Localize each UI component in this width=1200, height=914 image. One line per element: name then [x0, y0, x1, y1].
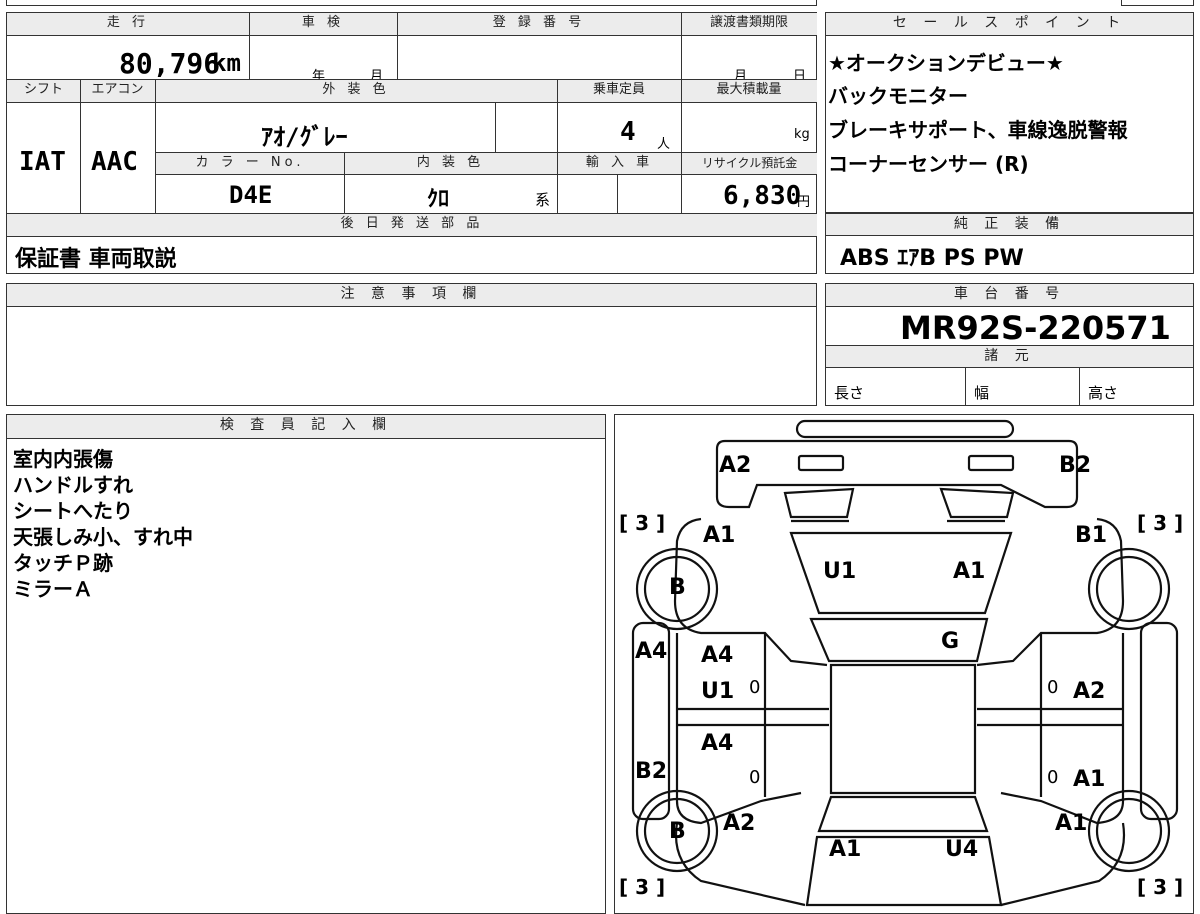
sales-points-label: セ ー ル ス ポ イ ン ト: [826, 13, 1193, 36]
color-no-label: カ ラ ー No.: [156, 153, 344, 174]
mark-quarter-rear-left: A2: [723, 811, 756, 836]
sales-point-line: ブレーキサポート、車線逸脱警報: [828, 118, 1128, 142]
mileage-label: 走 行: [7, 13, 249, 35]
inspector-label: 検 査 員 記 入 欄: [7, 415, 605, 439]
mark-door-rear-right: A1: [1073, 767, 1106, 792]
interior-color-value: ｸﾛ: [427, 187, 450, 212]
specs-label: 諸 元: [826, 346, 1193, 368]
aircon-label: エアコン: [80, 80, 155, 102]
inspector-line: シートへたり: [13, 499, 133, 523]
mark-door-rear-left: A4: [701, 731, 734, 756]
chassis-number: MR92S-220571: [900, 309, 1171, 347]
color-no-value: D4E: [229, 181, 273, 209]
import-label: 輸 入 車: [558, 153, 681, 174]
tire-tread-front-right: [ 3 ]: [1137, 511, 1184, 535]
inspector-line: 天張しみ小、すれ中: [13, 525, 193, 549]
factory-equipment-value: ABS ｴｱB PS PW: [840, 246, 1024, 271]
capacity-unit: 人: [657, 137, 671, 152]
interior-color-suffix: 系: [535, 191, 551, 209]
transfer-deadline-label: 譲渡書類期限: [681, 13, 817, 35]
tire-tread-front-left: [ 3 ]: [619, 511, 666, 535]
mark-windshield: G: [941, 629, 960, 654]
mark-quarter-rear-right: A1: [1055, 811, 1088, 836]
chassis-panel: 車 台 番 号 MR92S-220571 諸 元 長さ 幅 高さ: [825, 283, 1194, 406]
mark-trunk-left: A1: [829, 837, 862, 862]
max-load-unit: kg: [794, 127, 810, 142]
tire-tread-rear-left: [ 3 ]: [619, 875, 666, 899]
later-parts-label: 後 日 発 送 部 品: [7, 214, 817, 236]
inspector-line: 室内内張傷: [13, 447, 113, 471]
sales-point-line: コーナーセンサー (R): [828, 152, 1029, 176]
mark-door-front-left-b: U1: [701, 679, 735, 704]
mark-fender-front-left: A1: [703, 523, 736, 548]
later-parts-value: 保証書 車両取説: [15, 247, 177, 272]
recycle-value: 6,830: [723, 181, 802, 211]
shift-label: シフト: [7, 80, 80, 102]
height-label: 高さ: [1088, 384, 1119, 402]
max-load-label: 最大積載量: [681, 80, 817, 102]
mark-bonnet-left: U1: [823, 559, 857, 584]
capacity-value: 4: [620, 117, 636, 147]
recycle-label: リサイクル預託金: [682, 153, 817, 174]
vehicle-info-table: 走 行 車 検 登 録 番 号 譲渡書類期限 80,796 km 年 月 月 日…: [6, 12, 817, 274]
factory-equipment-label: 純 正 装 備: [826, 214, 1193, 236]
factory-equipment-panel: 純 正 装 備 ABS ｴｱB PS PW: [825, 213, 1194, 274]
exterior-color-label: 外 装 色: [155, 80, 557, 102]
registration-label: 登 録 番 号: [397, 13, 681, 35]
width-label: 幅: [974, 384, 990, 402]
mark-door-front-left-a: A4: [701, 643, 734, 668]
mark-wheel-rear-left: B: [669, 819, 686, 844]
mark-sill-left: B2: [635, 759, 668, 784]
notes-label: 注 意 事 項 欄: [7, 284, 816, 307]
mark-wheel-front-left: B: [669, 575, 686, 600]
mark-door-front-right-zero: 0: [1047, 677, 1059, 698]
top-strip: [6, 0, 817, 6]
capacity-label: 乗車定員: [557, 80, 681, 102]
shift-value: IAT: [19, 147, 66, 177]
length-label: 長さ: [834, 384, 865, 402]
mark-trunk-right: U4: [945, 837, 979, 862]
mark-front-bumper-right: B2: [1059, 453, 1092, 478]
sales-point-line: バックモニター: [828, 84, 968, 108]
mileage-unit: km: [212, 49, 241, 77]
aircon-value: AAC: [91, 147, 138, 177]
mark-door-rear-left-zero: 0: [749, 767, 761, 788]
inspection-label: 車 検: [249, 13, 397, 35]
top-strip-right: [1121, 0, 1194, 6]
tire-tread-rear-right: [ 3 ]: [1137, 875, 1184, 899]
mark-door-rear-right-zero: 0: [1047, 767, 1059, 788]
sales-points-panel: セ ー ル ス ポ イ ン ト ★オークションデビュー★ バックモニター ブレー…: [825, 12, 1194, 213]
inspector-line: ハンドルすれ: [13, 473, 133, 497]
mark-side-left-outer: A4: [635, 639, 668, 664]
mark-fender-front-right: B1: [1075, 523, 1108, 548]
sales-point-line: ★オークションデビュー★: [828, 51, 1064, 75]
mark-door-front-right: A2: [1073, 679, 1106, 704]
damage-map-panel: [ 3 ] [ 3 ] [ 3 ] [ 3 ] A2 B2 A1 B1 U1 A…: [614, 414, 1194, 914]
interior-color-label: 内 装 色: [344, 153, 557, 174]
mark-bonnet-right: A1: [953, 559, 986, 584]
recycle-unit: 円: [797, 195, 811, 210]
inspector-panel: 検 査 員 記 入 欄 室内内張傷 ハンドルすれ シートへたり 天張しみ小、すれ…: [6, 414, 606, 914]
mark-door-front-left-zero: 0: [749, 677, 761, 698]
inspector-line: ミラーＡ: [13, 577, 93, 601]
exterior-color-value: ｱｵ/ｸﾞﾚｰ: [261, 123, 348, 151]
chassis-label: 車 台 番 号: [826, 284, 1193, 307]
mileage-value: 80,796: [119, 47, 221, 80]
mark-front-bumper-left: A2: [719, 453, 752, 478]
inspector-line: タッチＰ跡: [13, 551, 113, 575]
notes-panel: 注 意 事 項 欄: [6, 283, 817, 406]
